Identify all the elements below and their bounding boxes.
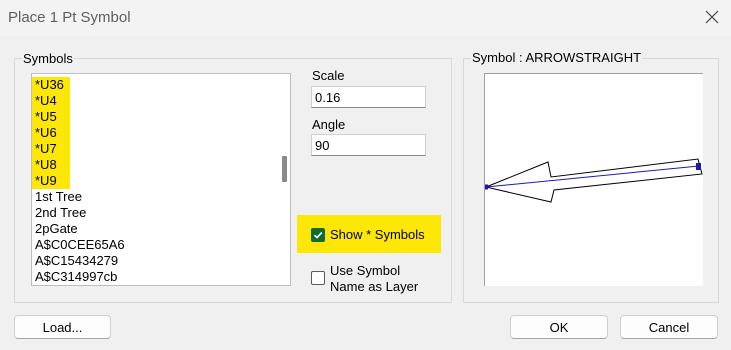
list-item[interactable]: 2pGate	[32, 221, 290, 237]
list-item[interactable]: A$C15434279	[32, 253, 290, 269]
use-symbol-name-label-line2[interactable]: Name as Layer	[330, 279, 418, 294]
scale-input[interactable]: 0.16	[311, 86, 426, 108]
ok-button[interactable]: OK	[510, 315, 608, 339]
close-icon	[705, 10, 719, 24]
list-item[interactable]: A$C314997cb	[32, 269, 290, 285]
list-item[interactable]: *U6	[32, 125, 70, 141]
angle-label: Angle	[312, 117, 346, 132]
arrow-straight-symbol	[485, 158, 703, 203]
symbol-preview	[484, 73, 703, 286]
angle-input[interactable]: 90	[311, 134, 426, 156]
load-button[interactable]: Load...	[14, 315, 111, 339]
list-item[interactable]: 1st Tree	[32, 189, 290, 205]
list-item[interactable]: *U5	[32, 109, 70, 125]
list-item[interactable]: *U7	[32, 141, 70, 157]
close-button[interactable]	[696, 2, 728, 32]
title-bar: Place 1 Pt Symbol	[0, 0, 731, 36]
symbols-listbox[interactable]: *U36 *U4 *U5 *U6 *U7 *U8 *U9 1st Tree 2nd Tree 2p…	[31, 73, 291, 286]
list-item[interactable]: *U9	[32, 173, 70, 189]
window-title: Place 1 Pt Symbol	[8, 9, 131, 26]
list-item[interactable]: A$C0CEE65A6	[32, 237, 290, 253]
list-item[interactable]: *U36	[32, 77, 70, 93]
symbols-scrollbar[interactable]	[278, 74, 290, 285]
cancel-button[interactable]: Cancel	[620, 315, 718, 339]
show-symbols-label[interactable]: Show * Symbols	[330, 227, 425, 242]
symbols-group-label: Symbols	[22, 51, 74, 66]
scale-label: Scale	[312, 68, 345, 83]
end-marker	[696, 163, 701, 170]
show-symbols-checkbox[interactable]	[311, 228, 325, 242]
insertion-point-marker	[485, 184, 488, 190]
list-item[interactable]: 2nd Tree	[32, 205, 290, 221]
list-item[interactable]: *U4	[32, 93, 70, 109]
scrollbar-thumb[interactable]	[282, 156, 287, 182]
preview-group-label: Symbol : ARROWSTRAIGHT	[471, 50, 643, 65]
use-symbol-name-label-line1[interactable]: Use Symbol	[330, 263, 400, 278]
list-item[interactable]: *U8	[32, 157, 70, 173]
checkmark-icon	[313, 231, 323, 239]
use-symbol-name-checkbox[interactable]	[311, 271, 325, 285]
